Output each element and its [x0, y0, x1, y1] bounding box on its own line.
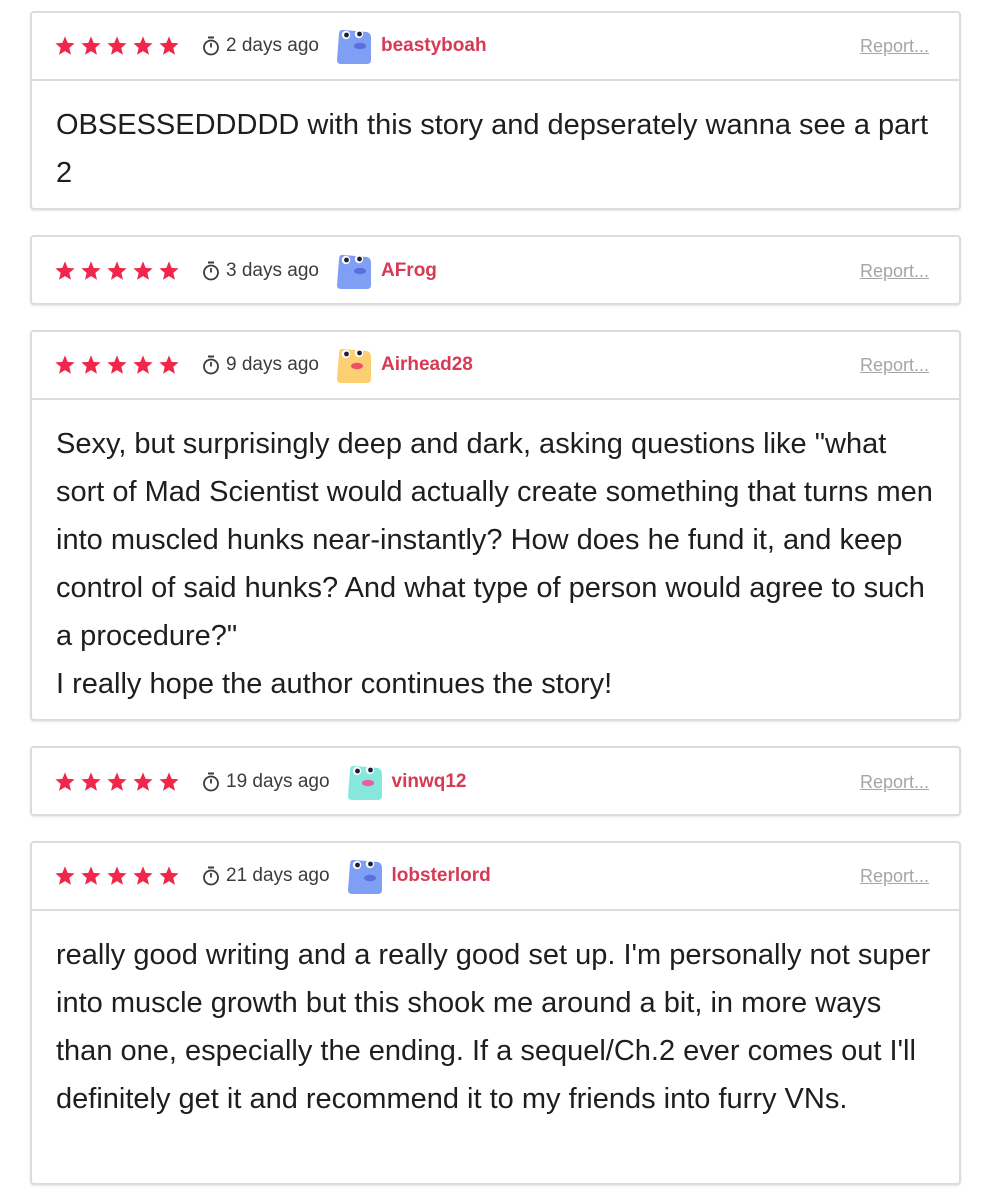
user-avatar[interactable]	[333, 26, 373, 66]
star-icon	[107, 261, 127, 280]
review-time: 2 days ago	[202, 35, 319, 57]
star-icon	[107, 772, 127, 791]
star-icon	[133, 355, 153, 374]
review-card: 2 days ago beastyboah Report... OBSESSED…	[30, 11, 961, 210]
username-link[interactable]: AFrog	[381, 260, 437, 282]
star-icon	[55, 261, 75, 280]
star-icon	[159, 261, 179, 280]
review-card: 19 days ago vinwq12 Report...	[30, 746, 961, 816]
stopwatch-icon	[203, 261, 219, 281]
review-card: 3 days ago AFrog Report...	[30, 235, 961, 305]
report-link[interactable]: Report...	[860, 355, 929, 376]
star-icon	[107, 866, 127, 885]
stopwatch-icon	[203, 866, 219, 886]
star-icon	[81, 36, 101, 55]
review-card: 21 days ago lobsterlord Report... really…	[30, 841, 961, 1185]
user-avatar[interactable]	[333, 345, 373, 385]
star-icon	[107, 355, 127, 374]
review-time: 9 days ago	[202, 354, 319, 376]
review-text: Sexy, but surprisingly deep and dark, as…	[56, 428, 933, 700]
star-rating	[54, 35, 180, 57]
review-text: really good writing and a really good se…	[56, 939, 931, 1115]
report-link[interactable]: Report...	[860, 772, 929, 793]
star-icon	[133, 866, 153, 885]
report-link[interactable]: Report...	[860, 866, 929, 887]
user-avatar[interactable]	[344, 762, 384, 802]
star-rating	[54, 260, 180, 282]
star-icon	[133, 772, 153, 791]
review-time: 19 days ago	[202, 771, 330, 793]
review-header: 9 days ago Airhead28 Report...	[32, 332, 959, 400]
review-time: 21 days ago	[202, 865, 330, 887]
review-card: 9 days ago Airhead28 Report... Sexy, but…	[30, 330, 961, 721]
review-time-text: 9 days ago	[226, 354, 319, 375]
user-avatar[interactable]	[333, 251, 373, 291]
star-icon	[55, 36, 75, 55]
review-header: 19 days ago vinwq12 Report...	[32, 748, 959, 816]
star-rating	[54, 771, 180, 793]
star-icon	[107, 36, 127, 55]
star-icon	[81, 261, 101, 280]
star-icon	[81, 866, 101, 885]
username-link[interactable]: beastyboah	[381, 35, 487, 57]
username-link[interactable]: lobsterlord	[392, 865, 491, 887]
report-link[interactable]: Report...	[860, 36, 929, 57]
review-text: OBSESSEDDDDD with this story and depsera…	[56, 109, 929, 189]
review-time-text: 21 days ago	[226, 865, 330, 886]
stopwatch-icon	[203, 36, 219, 56]
star-icon	[133, 36, 153, 55]
star-icon	[81, 355, 101, 374]
user-avatar[interactable]	[344, 856, 384, 896]
username-link[interactable]: Airhead28	[381, 354, 473, 376]
review-header: 3 days ago AFrog Report...	[32, 237, 959, 305]
star-icon	[55, 355, 75, 374]
star-rating	[54, 354, 180, 376]
star-icon	[159, 866, 179, 885]
star-icon	[159, 36, 179, 55]
star-rating	[54, 865, 180, 887]
star-icon	[159, 772, 179, 791]
stopwatch-icon	[203, 355, 219, 375]
star-icon	[55, 866, 75, 885]
username-link[interactable]: vinwq12	[392, 771, 467, 793]
review-time-text: 19 days ago	[226, 771, 330, 792]
review-time-text: 2 days ago	[226, 35, 319, 56]
star-icon	[159, 355, 179, 374]
star-icon	[133, 261, 153, 280]
review-header: 2 days ago beastyboah Report...	[32, 13, 959, 81]
report-link[interactable]: Report...	[860, 261, 929, 282]
review-time: 3 days ago	[202, 260, 319, 282]
review-time-text: 3 days ago	[226, 260, 319, 281]
star-icon	[81, 772, 101, 791]
stopwatch-icon	[203, 772, 219, 792]
star-icon	[55, 772, 75, 791]
review-header: 21 days ago lobsterlord Report...	[32, 843, 959, 911]
